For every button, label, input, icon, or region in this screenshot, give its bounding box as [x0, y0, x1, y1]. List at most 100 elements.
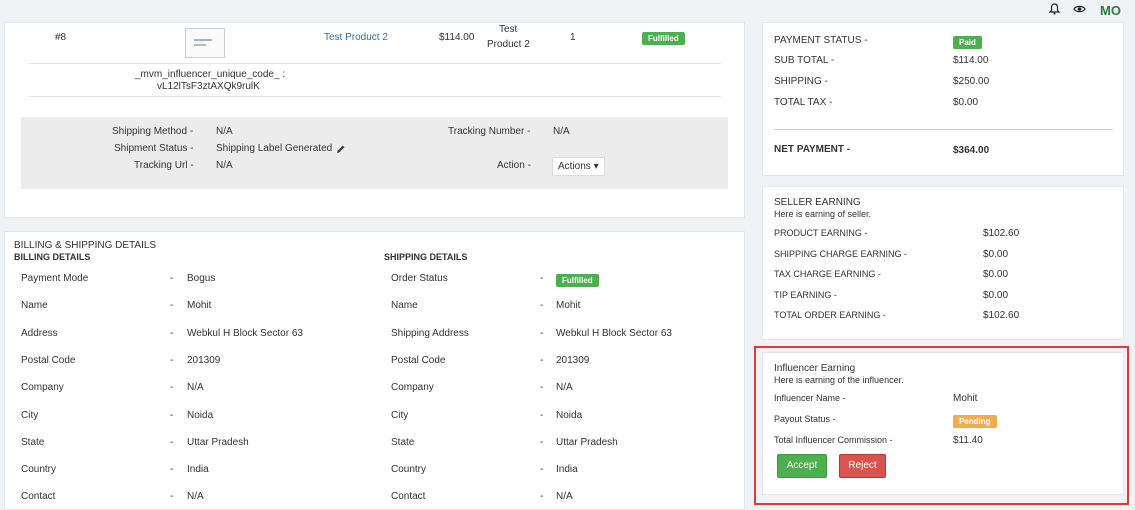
detail-label: Payment Mode — [21, 273, 89, 284]
detail-label: State — [21, 436, 45, 448]
detail-separator: - — [170, 382, 174, 394]
detail-value: Uttar Pradesh — [556, 436, 618, 448]
seller-earning-title: SELLER EARNING — [774, 197, 861, 208]
shipping-method-value: N/A — [216, 126, 233, 137]
eye-icon[interactable] — [1073, 3, 1086, 18]
avatar[interactable]: MO — [1100, 3, 1121, 18]
detail-value: 201309 — [187, 354, 221, 366]
detail-value: India — [556, 464, 578, 476]
shipping-info-box: Shipping Method - N/A Shipment Status - … — [21, 117, 728, 189]
net-payment-label: NET PAYMENT - — [774, 144, 851, 155]
payment-status-badge: Paid — [953, 36, 982, 49]
detail-value: N/A — [187, 491, 204, 503]
earning-label: TOTAL ORDER EARNING - — [774, 310, 886, 320]
detail-separator: - — [540, 491, 544, 503]
payment-status-label: PAYMENT STATUS - — [774, 35, 868, 46]
detail-value: N/A — [556, 491, 573, 503]
total-tax-value: $0.00 — [953, 97, 979, 108]
detail-label: Order Status — [391, 273, 448, 284]
earning-value: $0.00 — [983, 248, 1009, 260]
divider — [29, 63, 721, 64]
detail-label: Shipping Address — [391, 327, 469, 339]
detail-separator: - — [170, 300, 174, 312]
detail-label: Address — [21, 327, 58, 339]
detail-value: N/A — [187, 382, 204, 394]
detail-label: Company — [391, 382, 434, 394]
product-quantity: 1 — [570, 32, 576, 43]
order-item-id: #8 — [55, 32, 67, 43]
detail-label: Country — [391, 464, 427, 476]
item-status-badge: Fulfilled — [642, 32, 685, 45]
earning-value: $102.60 — [983, 310, 1020, 321]
detail-value: Bogus — [187, 273, 216, 284]
detail-separator: - — [170, 354, 174, 366]
meta-value: vL12lTsF3ztAXQk9rulK — [157, 81, 260, 92]
detail-separator: - — [540, 273, 544, 284]
bell-icon[interactable] — [1048, 3, 1061, 18]
detail-value: Noida — [556, 409, 583, 421]
detail-value: Webkul H Block Sector 63 — [187, 327, 303, 339]
detail-label: Postal Code — [391, 354, 446, 366]
meta-key: _mvm_influencer_unique_code_ : — [135, 69, 286, 80]
detail-value: Noida — [187, 409, 214, 421]
shipping-label: SHIPPING - — [774, 76, 828, 87]
earning-label: TAX CHARGE EARNING - — [774, 269, 881, 279]
product-price: $114.00 — [439, 32, 475, 43]
order-items-card: #8 Test Product 2 $114.00 Test Product 2… — [4, 22, 745, 218]
detail-separator: - — [170, 327, 174, 339]
section-title: BILLING & SHIPPING DETAILS — [14, 240, 157, 251]
detail-value: India — [187, 464, 209, 476]
divider — [774, 129, 1113, 130]
detail-separator: - — [170, 409, 174, 421]
product-thumbnail[interactable] — [185, 28, 225, 58]
detail-separator: - — [540, 464, 544, 476]
product-name-link[interactable]: Test Product 2 — [324, 32, 388, 43]
detail-label: Contact — [391, 491, 426, 503]
shipping-value: $250.00 — [953, 76, 990, 87]
detail-separator: - — [540, 300, 544, 312]
shipping-details-title: SHIPPING DETAILS — [384, 252, 468, 262]
divider — [29, 96, 721, 97]
detail-label: Name — [21, 300, 48, 312]
detail-label: Country — [21, 464, 57, 476]
order-status-badge: Fulfilled — [556, 274, 599, 287]
net-payment-value: $364.00 — [953, 145, 990, 156]
billing-details-title: BILLING DETAILS — [14, 252, 91, 262]
detail-value: N/A — [556, 382, 573, 394]
detail-separator: - — [170, 436, 174, 448]
detail-label: Name — [391, 300, 418, 312]
tracking-number-label: Tracking Number - — [448, 126, 531, 137]
actions-dropdown-button[interactable]: Actions ▾ — [552, 157, 605, 176]
detail-separator: - — [170, 464, 174, 476]
tracking-number-value: N/A — [553, 126, 570, 137]
detail-label: City — [21, 409, 39, 421]
earning-value: $0.00 — [983, 289, 1009, 301]
product-sku-line2: Product 2 — [487, 39, 530, 50]
highlight-frame — [754, 346, 1129, 505]
product-sku-line1: Test — [499, 24, 518, 35]
detail-label: Company — [21, 382, 64, 394]
pencil-icon[interactable] — [336, 141, 346, 159]
sub-total-value: $114.00 — [953, 55, 989, 66]
seller-earning-card: SELLER EARNING Here is earning of seller… — [762, 186, 1124, 340]
billing-shipping-card: BILLING & SHIPPING DETAILS BILLING DETAI… — [4, 231, 745, 510]
action-label: Action - — [497, 160, 531, 171]
payment-summary-card: PAYMENT STATUS - Paid SUB TOTAL - $114.0… — [762, 22, 1124, 176]
detail-label: Postal Code — [21, 354, 76, 366]
seller-earning-subtitle: Here is earning of seller. — [774, 209, 872, 219]
detail-separator: - — [540, 327, 544, 339]
detail-label: Contact — [21, 491, 56, 503]
earning-label: PRODUCT EARNING - — [774, 228, 868, 238]
earning-value: $102.60 — [983, 228, 1020, 239]
detail-value: Webkul H Block Sector 63 — [556, 327, 672, 339]
detail-label: City — [391, 409, 409, 421]
shipment-status-label: Shipment Status - — [114, 143, 194, 154]
shipment-status-value: Shipping Label Generated — [216, 143, 333, 154]
tracking-url-value: N/A — [216, 160, 233, 171]
detail-separator: - — [540, 354, 544, 366]
detail-separator: - — [540, 409, 544, 421]
sub-total-label: SUB TOTAL - — [774, 55, 835, 66]
top-bar: MO — [0, 0, 1135, 22]
detail-separator: - — [170, 273, 174, 284]
detail-value: Mohit — [187, 300, 212, 312]
